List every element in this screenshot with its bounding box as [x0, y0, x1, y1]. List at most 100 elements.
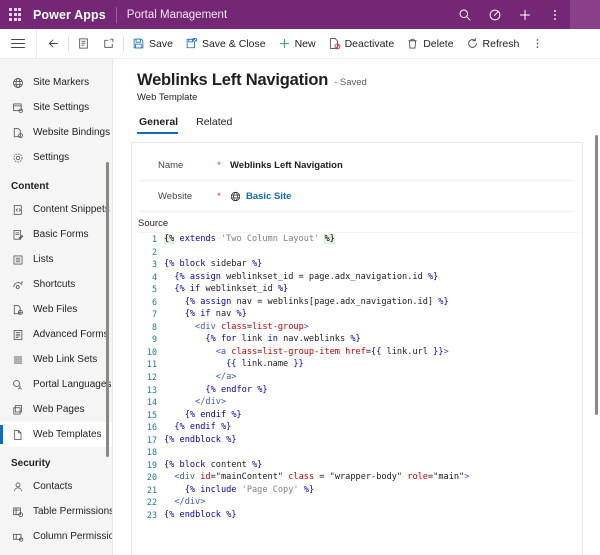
- sidebar-item-website-bindings[interactable]: Website Bindings: [0, 120, 113, 145]
- tab-related[interactable]: Related: [194, 116, 240, 134]
- form-card: Name * Weblinks Left Navigation Website …: [131, 142, 583, 555]
- line-number: 22: [146, 497, 157, 508]
- code-text: {% include 'Page Copy' %}: [184, 484, 315, 495]
- globe-icon: [230, 191, 241, 202]
- save-button[interactable]: Save: [126, 29, 179, 59]
- code-line: 11 {{ link.name }}: [138, 358, 582, 371]
- code-line: 23 {% endblock %}: [138, 509, 582, 522]
- plus-icon[interactable]: [510, 0, 540, 29]
- code-text: <a class=list-group-item href={{ link.ur…: [215, 346, 449, 357]
- line-number: 5: [151, 284, 157, 295]
- form-selector-icon[interactable]: [71, 29, 96, 59]
- sitemap-scroll-content: Site Markers Site Settings Website Bindi…: [0, 59, 113, 555]
- command-bar-items: Save Save & Close New Deactivate Delete …: [37, 29, 550, 59]
- code-text: <div class=list-group>: [195, 321, 309, 332]
- sidebar-item-portal-languages[interactable]: A Portal Languages: [0, 372, 113, 397]
- sidebar-item-settings[interactable]: Settings: [0, 145, 113, 170]
- plus-icon: [278, 37, 291, 50]
- column-permission-icon: [11, 530, 24, 543]
- code-line: 20 <div id="mainContent" class = "wrappe…: [138, 471, 582, 484]
- hamburger-menu-icon[interactable]: [0, 29, 36, 59]
- code-text: <div id="mainContent" class = "wrapper-b…: [174, 472, 470, 483]
- website-bindings-icon: [11, 126, 24, 139]
- code-text: </div>: [174, 497, 206, 508]
- back-arrow-icon[interactable]: [41, 29, 66, 59]
- command-overflow-button[interactable]: [525, 29, 550, 59]
- line-number: 4: [151, 271, 157, 282]
- website-field-value[interactable]: Basic Site: [230, 191, 291, 202]
- environment-icon[interactable]: [480, 0, 510, 29]
- sidebar-item-shortcuts[interactable]: Shortcuts: [0, 272, 113, 297]
- code-text: {% endblock %}: [164, 434, 237, 445]
- sidebar-item-advanced-forms[interactable]: Advanced Forms: [0, 322, 113, 347]
- new-button[interactable]: New: [272, 29, 322, 59]
- code-text: {% endblock %}: [164, 510, 237, 521]
- sidebar-item-label: Settings: [33, 152, 70, 163]
- search-icon[interactable]: [450, 0, 480, 29]
- shortcut-icon: [11, 278, 24, 291]
- sidebar-item-basic-forms[interactable]: Basic Forms: [0, 222, 113, 247]
- code-line: 16 {% endif %}: [138, 421, 582, 434]
- sidebar-item-site-markers[interactable]: Site Markers: [0, 70, 113, 95]
- sidebar-item-web-files[interactable]: Web Files: [0, 297, 113, 322]
- save-icon: [132, 37, 145, 50]
- code-line: 6 {% assign nav = weblinks[page.adx_navi…: [138, 296, 582, 309]
- sidebar-item-label: Contacts: [33, 481, 73, 492]
- delete-trash-icon: [406, 37, 419, 50]
- gear-icon: [11, 151, 24, 164]
- deactivate-button[interactable]: Deactivate: [322, 29, 401, 59]
- sidebar-item-site-settings[interactable]: Site Settings: [0, 95, 113, 120]
- line-number: 14: [146, 397, 157, 408]
- refresh-label: Refresh: [482, 37, 520, 50]
- sitemap-navigation[interactable]: Site Markers Site Settings Website Bindi…: [0, 59, 113, 555]
- sidebar-item-contacts[interactable]: Contacts: [0, 474, 113, 499]
- code-text: {% endif %}: [174, 422, 232, 433]
- sidebar-scrollbar[interactable]: [106, 162, 109, 457]
- record-form-area: Weblinks Left Navigation - Saved Web Tem…: [113, 59, 600, 555]
- code-line: 8 <div class=list-group>: [138, 321, 582, 334]
- sidebar-item-web-templates[interactable]: Web Templates: [0, 422, 113, 447]
- code-line: 5 {% if weblinkset_id %}: [138, 283, 582, 296]
- form-scrollbar[interactable]: [594, 135, 598, 415]
- code-line: 7 {% if nav %}: [138, 308, 582, 321]
- line-number: 20: [146, 472, 157, 483]
- save-label: Save: [149, 37, 173, 50]
- top-navigation-bar: Power Apps Portal Management: [0, 0, 600, 29]
- sidebar-item-invitations[interactable]: Invitations: [0, 549, 113, 555]
- sidebar-item-column-permissions[interactable]: Column Permissio...: [0, 524, 113, 549]
- sidebar-item-web-link-sets[interactable]: Web Link Sets: [0, 347, 113, 372]
- svg-text:A: A: [18, 385, 22, 391]
- code-line: 3 {% block sidebar %}: [138, 258, 582, 271]
- required-marker: *: [217, 191, 221, 201]
- required-marker: *: [217, 160, 221, 170]
- line-number: 9: [151, 334, 157, 345]
- pop-out-icon[interactable]: [96, 29, 121, 59]
- sidebar-item-web-pages[interactable]: Web Pages: [0, 397, 113, 422]
- sidebar-item-partial-top[interactable]: [0, 59, 113, 70]
- line-number: 7: [151, 309, 157, 320]
- sidebar-item-table-permissions[interactable]: Table Permissions: [0, 499, 113, 524]
- more-vertical-icon[interactable]: [540, 0, 570, 29]
- top-bar-actions: [450, 0, 600, 29]
- save-and-close-button[interactable]: Save & Close: [179, 29, 272, 59]
- code-line: 1 {% extends 'Two Column Layout' %}: [138, 233, 582, 246]
- name-field-value[interactable]: Weblinks Left Navigation: [230, 160, 343, 171]
- code-line: 21 {% include 'Page Copy' %}: [138, 484, 582, 497]
- refresh-button[interactable]: Refresh: [460, 29, 526, 59]
- brand-label[interactable]: Power Apps: [30, 8, 106, 22]
- source-code-editor[interactable]: 1 {% extends 'Two Column Layout' %} 2 3 {% b…: [138, 232, 582, 548]
- sidebar-item-label: Web Templates: [33, 429, 102, 440]
- code-text: {% assign nav = weblinks[page.adx_naviga…: [184, 296, 449, 307]
- app-launcher-icon[interactable]: [0, 8, 30, 21]
- sidebar-item-label: Content Snippets: [33, 204, 110, 215]
- globe-icon: [11, 76, 24, 89]
- tab-general[interactable]: General: [137, 116, 186, 134]
- sidebar-item-lists[interactable]: Lists: [0, 247, 113, 272]
- avatar[interactable]: [570, 0, 600, 29]
- code-text: {% endfor %}: [205, 384, 268, 395]
- command-bar: Save Save & Close New Deactivate Delete …: [0, 28, 600, 59]
- sidebar-item-content-snippets[interactable]: Content Snippets: [0, 197, 113, 222]
- save-status: - Saved: [334, 77, 367, 88]
- delete-button[interactable]: Delete: [400, 29, 459, 59]
- code-line: 9 {% for link in nav.weblinks %}: [138, 333, 582, 346]
